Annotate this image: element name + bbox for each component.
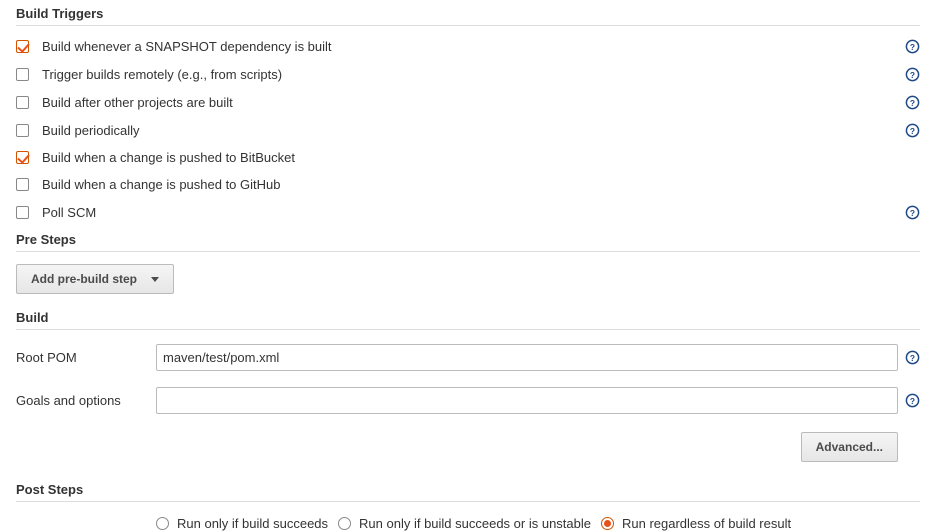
help-icon[interactable]: ? [904,122,920,138]
advanced-button[interactable]: Advanced... [801,432,898,462]
trigger-row: Build when a change is pushed to GitHub [16,171,920,198]
trigger-row: Trigger builds remotely (e.g., from scri… [16,60,920,88]
trigger-label[interactable]: Build periodically [42,123,904,138]
root-pom-input[interactable] [156,344,898,371]
advanced-button-label: Advanced... [816,440,883,454]
add-pre-build-step-button[interactable]: Add pre-build step [16,264,174,294]
trigger-row: Build when a change is pushed to BitBuck… [16,144,920,171]
root-pom-label: Root POM [16,350,156,365]
svg-text:?: ? [909,97,914,107]
help-icon[interactable]: ? [904,66,920,82]
svg-text:?: ? [909,125,914,135]
trigger-checkbox[interactable] [16,68,29,81]
help-icon[interactable]: ? [904,204,920,220]
trigger-checkbox[interactable] [16,40,29,53]
section-build-triggers-title: Build Triggers [16,0,920,26]
post-steps-options: Run only if build succeeds Run only if bu… [16,508,920,531]
trigger-label[interactable]: Build whenever a SNAPSHOT dependency is … [42,39,904,54]
help-icon[interactable]: ? [904,38,920,54]
add-pre-build-step-label: Add pre-build step [31,272,137,286]
root-pom-row: Root POM ? [16,336,920,379]
trigger-label[interactable]: Build when a change is pushed to BitBuck… [42,150,920,165]
section-build-title: Build [16,304,920,330]
trigger-label[interactable]: Trigger builds remotely (e.g., from scri… [42,67,904,82]
build-triggers-list: Build whenever a SNAPSHOT dependency is … [16,32,920,226]
post-step-option: Run regardless of build result [601,516,791,531]
trigger-row: Build periodically? [16,116,920,144]
caret-down-icon [151,277,159,282]
trigger-row: Build after other projects are built? [16,88,920,116]
trigger-checkbox[interactable] [16,178,29,191]
goals-label: Goals and options [16,393,156,408]
svg-text:?: ? [909,69,914,79]
trigger-row: Poll SCM? [16,198,920,226]
section-pre-steps-title: Pre Steps [16,226,920,252]
help-icon[interactable]: ? [904,350,920,366]
trigger-label[interactable]: Build when a change is pushed to GitHub [42,177,920,192]
post-step-label[interactable]: Run only if build succeeds or is unstabl… [359,516,591,531]
trigger-label[interactable]: Build after other projects are built [42,95,904,110]
trigger-label[interactable]: Poll SCM [42,205,904,220]
trigger-checkbox[interactable] [16,151,29,164]
svg-text:?: ? [909,207,914,217]
goals-input[interactable] [156,387,898,414]
post-step-option: Run only if build succeeds or is unstabl… [338,516,591,531]
svg-text:?: ? [909,353,914,363]
trigger-checkbox[interactable] [16,96,29,109]
svg-text:?: ? [909,41,914,51]
section-post-steps-title: Post Steps [16,476,920,502]
help-icon[interactable]: ? [904,393,920,409]
trigger-row: Build whenever a SNAPSHOT dependency is … [16,32,920,60]
post-step-label[interactable]: Run only if build succeeds [177,516,328,531]
goals-row: Goals and options ? [16,379,920,422]
help-icon[interactable]: ? [904,94,920,110]
post-step-option: Run only if build succeeds [156,516,328,531]
svg-text:?: ? [909,396,914,406]
post-step-label[interactable]: Run regardless of build result [622,516,791,531]
trigger-checkbox[interactable] [16,206,29,219]
trigger-checkbox[interactable] [16,124,29,137]
